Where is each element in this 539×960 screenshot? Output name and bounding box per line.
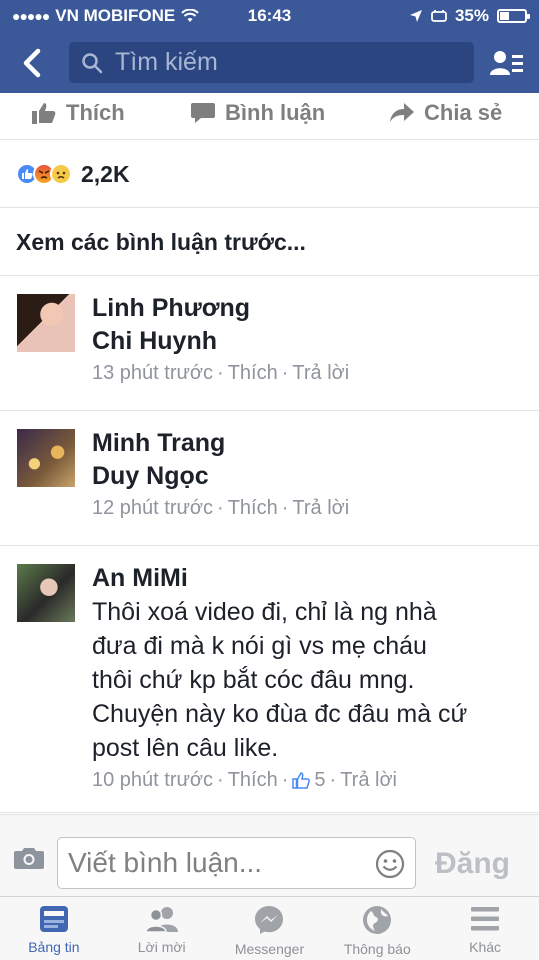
messenger-icon xyxy=(255,906,284,934)
camera-button[interactable] xyxy=(13,846,45,875)
navigation-bar xyxy=(0,32,539,93)
reactions-summary[interactable]: 2,2K xyxy=(0,141,539,208)
comment-time: 12 phút trước xyxy=(92,497,214,519)
avatar[interactable] xyxy=(17,564,75,622)
battery-fill xyxy=(500,12,510,20)
news-feed-icon xyxy=(39,906,68,932)
comment-bubble-icon xyxy=(191,103,215,123)
menu-icon xyxy=(471,907,500,931)
comment-body: Linh Phương Chi Huynh 13 phút trước · Th… xyxy=(92,292,525,385)
comment-like-count[interactable]: 5 xyxy=(292,769,326,792)
comment-item: Linh Phương Chi Huynh 13 phút trước · Th… xyxy=(0,277,539,411)
post-action-bar: Thích Bình luận Chia sẻ xyxy=(0,93,539,140)
commenter-name[interactable]: Linh Phương xyxy=(92,292,525,325)
tagged-name[interactable]: Duy Ngọc xyxy=(92,460,525,493)
sad-icon xyxy=(50,163,72,185)
comment-label: Bình luận xyxy=(225,100,326,125)
share-button[interactable]: Chia sẻ xyxy=(390,100,502,126)
comment-button[interactable]: Bình luận xyxy=(191,100,325,126)
tab-messenger[interactable]: Messenger xyxy=(216,897,324,960)
tab-label: Bảng tin xyxy=(28,939,80,955)
share-arrow-icon xyxy=(390,103,414,122)
comment-meta: 10 phút trước · Thích · 5 · Trả lời xyxy=(92,769,525,792)
smiley-icon xyxy=(375,849,405,879)
back-button[interactable] xyxy=(12,43,52,83)
tab-notifications[interactable]: Thông báo xyxy=(323,897,431,960)
comment-reply-link[interactable]: Trả lời xyxy=(340,769,397,792)
emoji-button[interactable] xyxy=(375,849,405,884)
like-button[interactable]: Thích xyxy=(32,100,125,126)
comment-time: 10 phút trước xyxy=(92,769,214,791)
reaction-count: 2,2K xyxy=(81,160,130,187)
thumbs-up-icon xyxy=(32,103,56,124)
comment-reply-link[interactable]: Trả lời xyxy=(292,362,349,385)
friends-button[interactable] xyxy=(487,43,527,83)
post-button[interactable]: Đăng xyxy=(435,847,510,881)
comment-like-link[interactable]: Thích xyxy=(228,769,278,792)
battery-icon xyxy=(497,9,530,23)
comment-item: Minh Trang Duy Ngọc 12 phút trước · Thíc… xyxy=(0,412,539,546)
tagged-name[interactable]: Chi Huynh xyxy=(92,325,525,358)
thumbs-up-outline-icon xyxy=(292,772,311,789)
comment-meta: 13 phút trước · Thích · Trả lời xyxy=(92,362,525,385)
tab-news-feed[interactable]: Bảng tin xyxy=(0,897,108,960)
comment-input[interactable] xyxy=(68,847,358,879)
comment-item: An MiMi Thôi xoá video đi, chỉ là ng nhà… xyxy=(0,547,539,813)
comment-time: 13 phút trước xyxy=(92,362,214,384)
separator: · xyxy=(281,362,289,384)
tab-label: Messenger xyxy=(234,941,305,957)
separator: · xyxy=(281,497,289,519)
comment-body: An MiMi Thôi xoá video đi, chỉ là ng nhà… xyxy=(92,562,525,792)
separator: · xyxy=(217,497,224,519)
comment-composer: Đăng xyxy=(0,814,539,896)
friends-list-icon xyxy=(490,50,523,75)
search-box[interactable] xyxy=(69,42,474,83)
top-header: ●●●●● VN MOBIFONE 16:43 35% xyxy=(0,0,539,93)
tab-label: Thông báo xyxy=(343,941,411,957)
search-input[interactable] xyxy=(115,48,445,77)
location-arrow-icon xyxy=(409,10,422,22)
comment-like-link[interactable]: Thích xyxy=(228,362,278,385)
comment-meta: 12 phút trước · Thích · Trả lời xyxy=(92,497,525,520)
globe-icon xyxy=(363,906,392,934)
camera-icon xyxy=(14,848,44,869)
tab-label: Lời mời xyxy=(137,939,186,955)
avatar[interactable] xyxy=(17,429,75,487)
share-label: Chia sẻ xyxy=(424,100,503,125)
commenter-name[interactable]: An MiMi xyxy=(92,562,525,595)
comment-body: Minh Trang Duy Ngọc 12 phút trước · Thíc… xyxy=(92,427,525,520)
separator: · xyxy=(281,769,289,791)
search-icon xyxy=(82,52,103,73)
comment-like-link[interactable]: Thích xyxy=(228,497,278,520)
alarm-icon xyxy=(431,10,447,22)
like-count-value: 5 xyxy=(314,769,326,791)
comment-text-line: Thôi xoá video đi, chỉ là ng nhà xyxy=(92,598,437,626)
chevron-left-icon xyxy=(23,48,41,77)
battery-percent: 35% xyxy=(454,6,489,25)
tab-friend-requests[interactable]: Lời mời xyxy=(108,897,216,960)
comment-reply-link[interactable]: Trả lời xyxy=(292,497,349,520)
comment-text-line: thôi chứ kp bắt cóc đâu mng. xyxy=(92,666,415,694)
avatar[interactable] xyxy=(17,294,75,352)
bottom-tab-bar: Bảng tin Lời mời Messenger Thông báo Khá… xyxy=(0,896,539,960)
separator: · xyxy=(217,769,224,791)
comment-input-box[interactable] xyxy=(57,837,416,889)
comment-text-line: Chuyện này ko đùa đc đâu mà cứ xyxy=(92,700,468,728)
status-bar: ●●●●● VN MOBIFONE 16:43 35% xyxy=(0,0,539,32)
friend-requests-icon xyxy=(144,907,178,933)
comment-text-line: đưa đi mà k nói gì vs mẹ cháu xyxy=(92,632,427,660)
status-right: 35% xyxy=(409,6,530,26)
separator: · xyxy=(329,769,337,791)
commenter-name[interactable]: Minh Trang xyxy=(92,427,525,460)
separator: · xyxy=(217,362,224,384)
tab-label: Khác xyxy=(469,939,502,955)
like-label: Thích xyxy=(66,100,125,125)
tab-more[interactable]: Khác xyxy=(431,897,539,960)
view-previous-comments-link[interactable]: Xem các bình luận trước... xyxy=(0,209,539,276)
comment-text-line: post lên câu like. xyxy=(92,734,279,762)
